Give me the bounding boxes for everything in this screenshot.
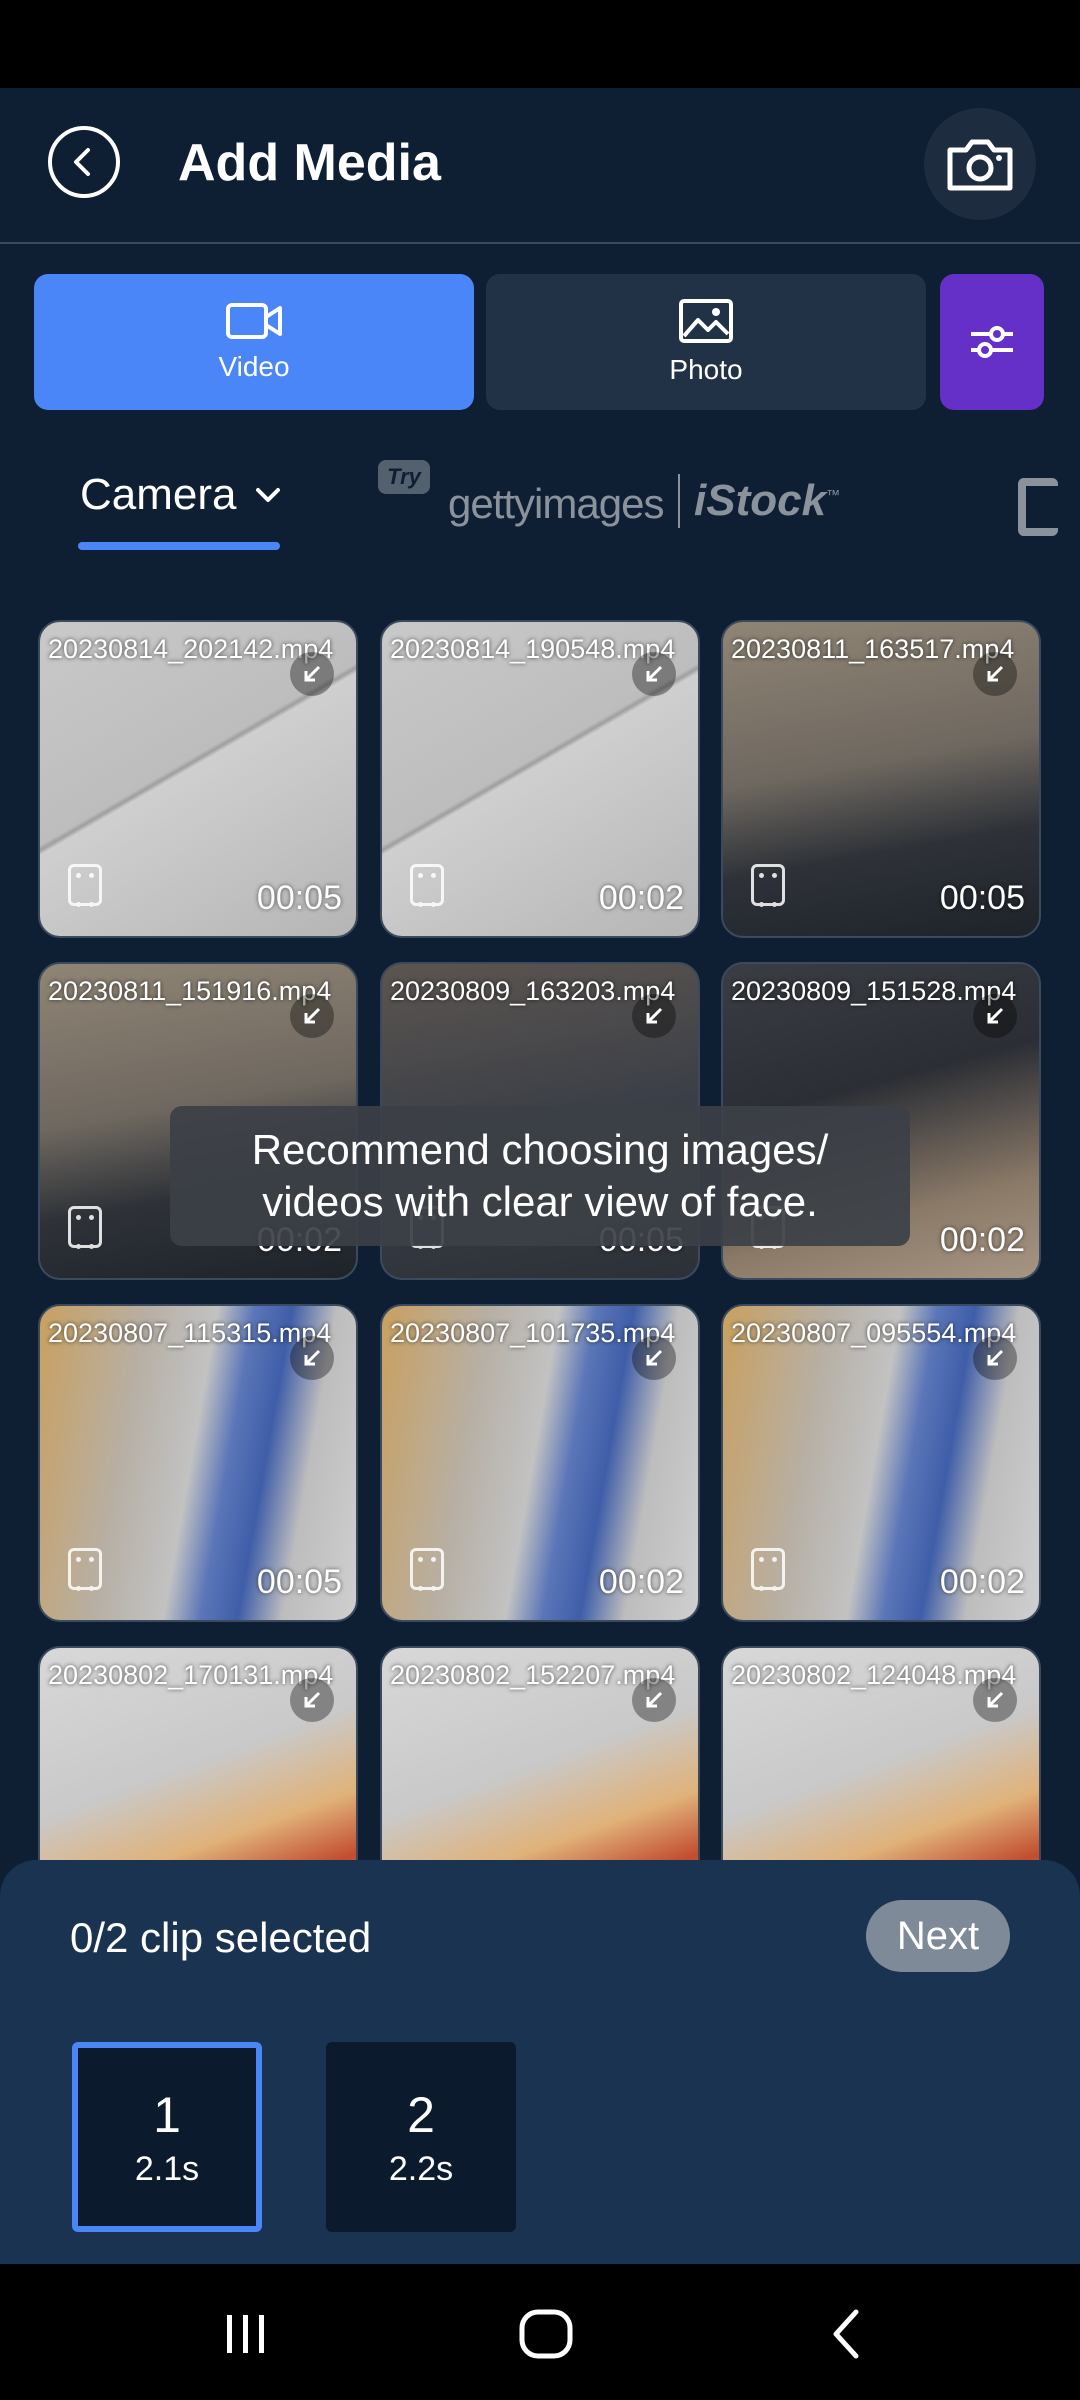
media-item[interactable]: 20230807_095554.mp4 00:02 <box>721 1304 1041 1622</box>
expand-preview-icon[interactable] <box>632 1678 676 1722</box>
media-filename: 20230802_124048.mp4 <box>731 1660 1017 1690</box>
video-film-icon <box>410 1548 444 1591</box>
media-item[interactable]: 20230802_170131.mp4 <box>38 1646 358 1860</box>
expand-preview-icon[interactable] <box>632 1336 676 1380</box>
media-filename: 20230807_115315.mp4 <box>48 1318 332 1348</box>
tab-photo[interactable]: Photo <box>486 274 926 410</box>
media-duration: 00:02 <box>598 879 684 917</box>
system-back-button[interactable] <box>806 2294 886 2374</box>
selection-count: 0/2 clip selected <box>70 1914 372 1961</box>
media-duration: 00:05 <box>256 1563 342 1601</box>
clip-slot-duration: 2.2s <box>388 2149 454 2188</box>
filter-sliders-icon <box>971 326 1013 358</box>
filter-button[interactable] <box>940 274 1044 410</box>
clip-slot-number: 2 <box>407 2086 435 2143</box>
page-title: Add Media <box>178 134 441 192</box>
expand-preview-icon[interactable] <box>632 652 676 696</box>
clip-slot-number: 1 <box>153 2086 181 2143</box>
media-filename: 20230802_170131.mp4 <box>48 1660 334 1690</box>
camera-icon <box>947 139 1013 191</box>
tab-photo-label: Photo <box>669 354 743 385</box>
home-button[interactable] <box>506 2294 586 2374</box>
media-duration: 00:02 <box>939 1563 1025 1601</box>
tab-video[interactable]: Video <box>34 274 474 410</box>
media-duration: 00:05 <box>939 879 1025 917</box>
recent-apps-button[interactable] <box>206 2294 286 2374</box>
media-filename: 20230811_151916.mp4 <box>48 976 332 1006</box>
istock-logo[interactable]: iStock™ <box>694 476 840 526</box>
logo-divider <box>678 474 680 528</box>
home-icon <box>519 2309 573 2359</box>
media-item[interactable]: 20230811_163517.mp4 00:05 <box>721 620 1041 938</box>
media-item[interactable]: 20230802_124048.mp4 <box>721 1646 1041 1860</box>
istock-tm: ™ <box>826 486 841 503</box>
next-button[interactable]: Next <box>866 1900 1010 1972</box>
back-button[interactable] <box>48 126 120 198</box>
recent-apps-icon <box>227 2315 264 2353</box>
chevron-down-icon <box>255 488 280 502</box>
expand-preview-icon[interactable] <box>632 994 676 1038</box>
header: Add Media <box>0 88 1080 244</box>
media-duration: 00:02 <box>598 1563 684 1601</box>
media-duration: 00:05 <box>256 879 342 917</box>
media-filename: 20230809_163203.mp4 <box>390 976 676 1006</box>
media-duration: 00:02 <box>939 1221 1025 1259</box>
clip-slot-duration: 2.1s <box>134 2149 200 2188</box>
video-film-icon <box>751 864 785 907</box>
video-film-icon <box>751 1548 785 1591</box>
expand-preview-icon[interactable] <box>973 994 1017 1038</box>
clip-slot[interactable]: 2 2.2s <box>326 2042 516 2232</box>
istock-logo-text: iStock <box>694 476 827 525</box>
camera-button[interactable] <box>924 108 1036 220</box>
system-nav-bar <box>0 2264 1080 2400</box>
media-filename: 20230807_095554.mp4 <box>731 1318 1017 1348</box>
expand-preview-icon[interactable] <box>973 1336 1017 1380</box>
source-tab-indicator <box>78 542 280 550</box>
expand-preview-icon[interactable] <box>290 994 334 1038</box>
video-film-icon <box>68 1548 102 1591</box>
back-circle-icon <box>74 148 90 176</box>
video-film-icon <box>68 1206 102 1249</box>
media-item[interactable]: 20230814_202142.mp4 00:05 <box>38 620 358 938</box>
source-logo-partial[interactable] <box>1018 478 1058 536</box>
selection-panel: 0/2 clip selected Next 1 2.1s 2 2.2s <box>0 1860 1080 2264</box>
media-filename: 20230809_151528.mp4 <box>731 976 1017 1006</box>
expand-preview-icon[interactable] <box>973 652 1017 696</box>
media-filename: 20230814_202142.mp4 <box>48 634 334 664</box>
expand-preview-icon[interactable] <box>973 1678 1017 1722</box>
try-badge: Try <box>378 460 430 494</box>
source-camera-label: Camera <box>80 470 237 519</box>
expand-preview-icon[interactable] <box>290 1336 334 1380</box>
image-icon <box>679 299 733 343</box>
media-item[interactable]: 20230814_190548.mp4 00:02 <box>380 620 700 938</box>
media-item[interactable]: 20230807_101735.mp4 00:02 <box>380 1304 700 1622</box>
getty-images-logo[interactable]: gettyimages <box>448 480 664 528</box>
status-bar <box>0 0 1080 88</box>
media-filename: 20230814_190548.mp4 <box>390 634 676 664</box>
video-film-icon <box>410 864 444 907</box>
media-item[interactable]: 20230802_152207.mp4 <box>380 1646 700 1860</box>
expand-preview-icon[interactable] <box>290 652 334 696</box>
video-film-icon <box>68 864 102 907</box>
toast-message: Recommend choosing images/ videos with c… <box>170 1106 910 1246</box>
expand-preview-icon[interactable] <box>290 1678 334 1722</box>
clip-slot[interactable]: 1 2.1s <box>72 2042 262 2232</box>
media-filename: 20230802_152207.mp4 <box>390 1660 676 1690</box>
media-filename: 20230811_163517.mp4 <box>731 634 1015 664</box>
video-camera-icon <box>226 303 282 339</box>
tab-video-label: Video <box>218 351 290 382</box>
back-chevron-icon <box>833 2309 859 2359</box>
source-camera-dropdown[interactable]: Camera <box>80 470 281 520</box>
media-filename: 20230807_101735.mp4 <box>390 1318 676 1348</box>
media-item[interactable]: 20230807_115315.mp4 00:05 <box>38 1304 358 1622</box>
